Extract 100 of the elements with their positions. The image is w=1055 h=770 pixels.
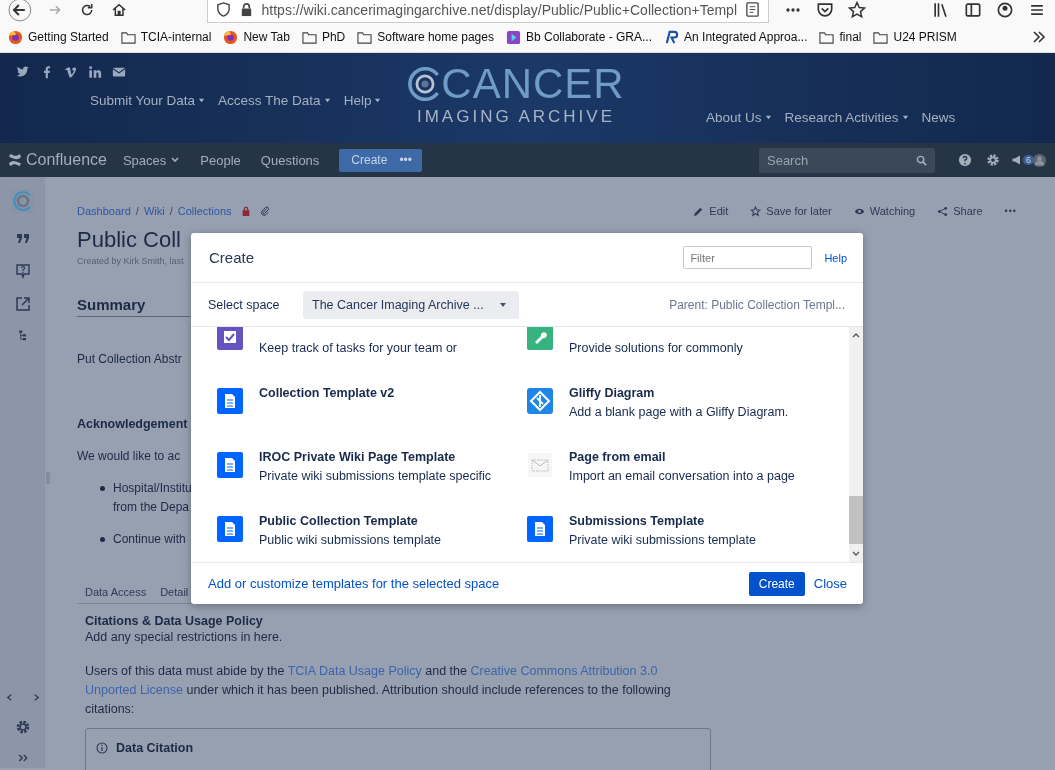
- page-icon: [527, 516, 553, 542]
- logo-icon[interactable]: [8, 153, 22, 167]
- paragraph: Users of this data must abide by the TCIA Data Usage Policy and the Creative Commons Attribution 3.0 Unported License under which it has been published. Attribution should include references to the following citations:: [84, 663, 672, 718]
- diagram-icon: [527, 388, 553, 414]
- sidebar-icon[interactable]: [963, 0, 983, 20]
- template-item[interactable]: Public Collection Template Public wiki submissions template: [217, 512, 527, 562]
- template-description: Import an email conversation into a page: [569, 468, 795, 485]
- back-icon[interactable]: [8, 0, 32, 23]
- mail-icon[interactable]: [112, 65, 126, 79]
- linkedin-icon[interactable]: [88, 65, 102, 79]
- info-icon: [96, 742, 108, 754]
- field-label: Select space: [208, 297, 281, 312]
- help-link[interactable]: Help: [824, 251, 847, 264]
- template-item[interactable]: Submissions Template Private wiki submissions template: [527, 512, 849, 562]
- bookmark[interactable]: final: [819, 29, 862, 45]
- page-action[interactable]: Watching: [853, 205, 916, 217]
- template-title: Public Collection Template: [259, 513, 419, 530]
- megaphone-icon[interactable]: [1011, 154, 1023, 166]
- nav-link[interactable]: Questions: [260, 152, 320, 168]
- bookmark[interactable]: TCIA-internal: [120, 29, 212, 45]
- question-icon[interactable]: [14, 263, 31, 279]
- external-link-icon[interactable]: [14, 296, 31, 312]
- address-bar[interactable]: https://wiki.cancerimagingarchive.net/display/Public/Public+Collection+Templ: [206, 0, 769, 23]
- shield-icon[interactable]: [215, 2, 231, 17]
- bookmark[interactable]: Software home pages: [357, 29, 494, 45]
- star-icon[interactable]: [847, 0, 867, 20]
- nav-link[interactable]: Submit Your Data: [90, 93, 206, 108]
- reader-view-icon[interactable]: [745, 2, 760, 17]
- template-item[interactable]: Provide solutions for commonly: [527, 327, 849, 384]
- chevron-icon[interactable]: [1031, 29, 1047, 45]
- template-item[interactable]: Page from email Import an email conversation into a page: [527, 448, 849, 512]
- create-button[interactable]: Create: [748, 571, 805, 596]
- envelope-icon: [527, 452, 553, 478]
- avatar-icon[interactable]: [1032, 152, 1047, 168]
- bookmark[interactable]: An Integrated Approa...: [664, 29, 808, 45]
- browser-logo-icon: [8, 29, 23, 45]
- bookmark[interactable]: Getting Started: [8, 29, 109, 45]
- template-description: Private wiki submissions template: [569, 532, 756, 549]
- caret-icon[interactable]: [499, 300, 507, 309]
- template-description: Keep track of tasks for your team or: [259, 340, 457, 357]
- bookmark[interactable]: PhD: [301, 29, 346, 45]
- dialog-title: Create: [209, 249, 255, 266]
- abstract-text: Put Collection Abstr: [77, 351, 182, 368]
- page-action[interactable]: Share: [937, 205, 983, 217]
- template-title: Submissions Template: [569, 513, 706, 530]
- page-action[interactable]: •••: [1004, 205, 1017, 217]
- scrollbar[interactable]: [849, 327, 863, 562]
- tab[interactable]: Detail: [160, 586, 189, 598]
- account-icon[interactable]: [995, 0, 1015, 20]
- template-item[interactable]: Keep track of tasks for your team or: [217, 327, 527, 384]
- folder-icon: [873, 29, 889, 45]
- template-title: Gliffy Diagram: [569, 385, 656, 402]
- more-button[interactable]: •••: [397, 148, 422, 172]
- section-heading: Acknowledgement: [77, 417, 188, 431]
- pocket-icon[interactable]: [815, 0, 835, 20]
- bookmark[interactable]: U24 PRISM: [873, 29, 957, 45]
- nav-link[interactable]: People: [200, 152, 241, 168]
- template-title: IROC Private Wiki Page Template: [259, 449, 457, 466]
- search-icon[interactable]: [916, 154, 927, 166]
- paragraph: Add any special restrictions in here.: [84, 629, 283, 646]
- template-item[interactable]: IROC Private Wiki Page Template Private wiki submissions template specific: [217, 448, 527, 512]
- attachment-icon[interactable]: [259, 206, 270, 216]
- template-description: Public wiki submissions template: [259, 532, 441, 549]
- nav-link[interactable]: News: [921, 91, 956, 143]
- share-icon[interactable]: [937, 205, 949, 217]
- bookmark[interactable]: Bb Collaborate - GRA...: [506, 29, 653, 45]
- space-dropdown[interactable]: The Cancer Imaging Archive ...: [303, 290, 519, 319]
- page-icon: [217, 516, 243, 542]
- template-item[interactable]: Gliffy Diagram Add a blank page with a Gliffy Diagram.: [527, 384, 849, 448]
- tab[interactable]: Data Access: [85, 586, 147, 598]
- page-action[interactable]: Edit: [693, 205, 729, 217]
- search-field[interactable]: Search: [759, 147, 935, 173]
- breadcrumb-separator: /: [135, 205, 139, 217]
- page-action[interactable]: Save for later: [750, 205, 832, 217]
- folder-icon: [357, 29, 373, 45]
- logo-subtitle: IMAGING ARCHIVE: [417, 107, 615, 127]
- nav-link[interactable]: About Us: [706, 91, 772, 143]
- nav-link[interactable]: Access The Data: [218, 93, 331, 108]
- pencil-icon[interactable]: [693, 205, 705, 217]
- nav-link[interactable]: Help: [343, 93, 382, 108]
- vimeo-icon[interactable]: [64, 65, 78, 79]
- template-item[interactable]: Collection Template v2: [217, 384, 527, 448]
- settings-icon[interactable]: [986, 153, 1000, 167]
- filter-field[interactable]: Filter: [683, 246, 813, 269]
- brand-name[interactable]: Confluence: [26, 151, 107, 169]
- customize-templates-link[interactable]: Add or customize templates for the selected space: [208, 576, 500, 591]
- bookmark[interactable]: New Tab: [223, 29, 290, 45]
- help-icon[interactable]: [958, 153, 972, 167]
- tree-icon[interactable]: [16, 329, 29, 341]
- twitter-icon[interactable]: [16, 65, 30, 79]
- create-button[interactable]: Create: [339, 148, 398, 172]
- scroll-thumb[interactable]: [849, 496, 863, 544]
- expand-icon[interactable]: [16, 752, 29, 764]
- section-heading: Citations & Data Usage Policy: [84, 614, 263, 628]
- nav-link[interactable]: Research Activities: [784, 91, 909, 143]
- nav-link[interactable]: Spaces: [122, 152, 181, 168]
- star-icon[interactable]: [750, 205, 762, 217]
- settings-icon[interactable]: [14, 719, 31, 735]
- close-link[interactable]: Close: [813, 576, 847, 591]
- folder-icon: [819, 29, 835, 45]
